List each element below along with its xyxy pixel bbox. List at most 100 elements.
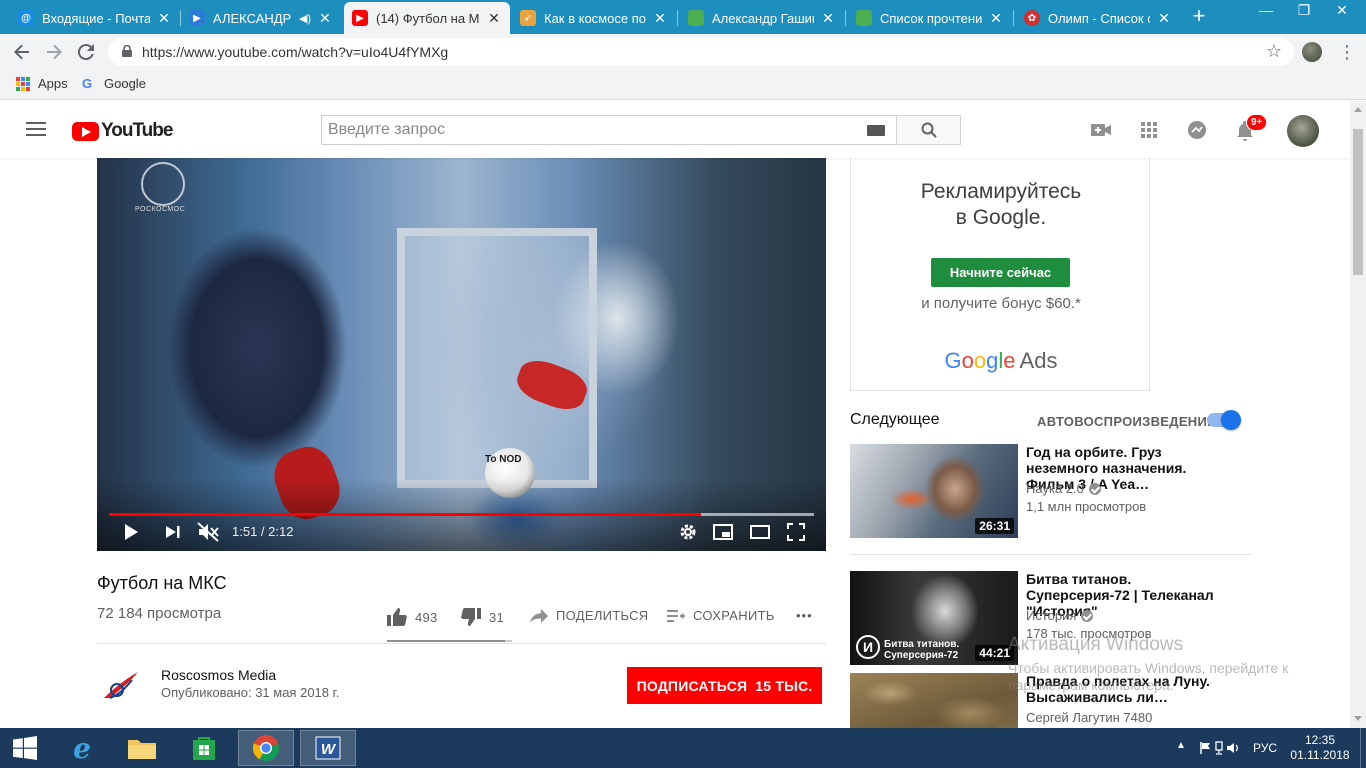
video-scene-astronaut: [137, 178, 407, 508]
theater-mode-button[interactable]: [748, 520, 772, 544]
divider: [97, 643, 826, 644]
page-scrollbar[interactable]: [1350, 101, 1366, 728]
minimize-button[interactable]: —: [1246, 0, 1286, 22]
window-close-button[interactable]: ✕: [1322, 0, 1362, 22]
search-button[interactable]: [896, 115, 961, 145]
start-button[interactable]: [0, 730, 50, 766]
video-title: Футбол на МКС: [97, 573, 227, 593]
ad-cta-button[interactable]: Начните сейчас: [931, 258, 1070, 287]
chrome-profile-avatar[interactable]: [1302, 42, 1322, 62]
search-box: [321, 115, 897, 145]
roscosmos-channel-logo[interactable]: [100, 668, 140, 702]
menu-icon[interactable]: [26, 122, 46, 136]
create-video-icon[interactable]: [1090, 119, 1112, 141]
dislike-button[interactable]: 31: [461, 608, 504, 626]
next-button[interactable]: [161, 520, 185, 544]
miniplayer-button[interactable]: [711, 520, 735, 544]
close-icon[interactable]: ✕: [156, 10, 172, 27]
taskbar-word[interactable]: W: [300, 730, 356, 766]
network-icon[interactable]: [1213, 740, 1225, 756]
scroll-down-arrow-icon[interactable]: [1354, 716, 1362, 721]
new-tab-button[interactable]: +: [1188, 5, 1210, 28]
sheet-icon: [856, 10, 872, 26]
system-clock[interactable]: 12:35 01.11.2018: [1288, 733, 1352, 763]
reload-icon: [77, 44, 94, 61]
tray-overflow-chevron-icon[interactable]: ▲: [1176, 740, 1186, 751]
tab-olymp[interactable]: ✿ Олимп - Список сс ✕: [1016, 2, 1180, 34]
video-thumbnail[interactable]: И Битва титанов. Суперсерия-72 44:21: [850, 571, 1018, 665]
messages-icon[interactable]: [1186, 119, 1208, 141]
video-player[interactable]: To NOD РОСКОСМОС 1:51 / 2:12: [97, 158, 826, 551]
scroll-up-arrow-icon[interactable]: [1354, 107, 1362, 112]
input-language[interactable]: РУС: [1253, 741, 1277, 755]
back-button[interactable]: [10, 40, 34, 64]
bookmark-google[interactable]: G Google: [82, 76, 146, 91]
apps-icon[interactable]: [1138, 119, 1160, 141]
gear-icon: [680, 524, 696, 540]
taskbar-internet-explorer[interactable]: e: [54, 730, 110, 766]
recommended-video[interactable]: 26:31 Год на орбите. Груз неземного назн…: [850, 444, 1252, 539]
tab-sheet-gashin[interactable]: Александр Гашин ✕: [680, 2, 844, 34]
flag-icon[interactable]: [1199, 741, 1213, 755]
video-thumbnail[interactable]: 26:31: [850, 444, 1018, 538]
youtube-header: YouTube: [0, 101, 1350, 158]
muted-speaker-icon[interactable]: ◀): [299, 12, 311, 25]
progress-bar[interactable]: [109, 513, 814, 516]
arrow-left-icon: [14, 44, 29, 60]
settings-button[interactable]: [676, 520, 700, 544]
rec-title[interactable]: Правда о полетах на Луну. Высаживались л…: [1026, 673, 1236, 705]
restore-button[interactable]: ❐: [1284, 0, 1324, 22]
youtube-logo[interactable]: YouTube: [72, 120, 173, 142]
show-desktop-button[interactable]: [1360, 728, 1366, 768]
autoplay-toggle[interactable]: [1207, 410, 1241, 430]
clock-date: 01.11.2018: [1290, 748, 1350, 762]
play-button[interactable]: [119, 520, 143, 544]
fullscreen-button[interactable]: [784, 520, 808, 544]
taskbar-store[interactable]: [176, 730, 232, 766]
google-ads-card[interactable]: Рекламируйтесь в Google. Начните сейчас …: [850, 158, 1150, 391]
notification-badge: 9+: [1246, 114, 1268, 131]
speaker-icon[interactable]: [1226, 741, 1240, 755]
tab-space[interactable]: ➶ Как в космосе пои ✕: [512, 2, 676, 34]
search-input[interactable]: [322, 116, 842, 144]
tab-title: Как в космосе пои: [544, 10, 646, 26]
subscribe-button[interactable]: ПОДПИСАТЬСЯ 15 ТЫС.: [627, 667, 822, 704]
user-avatar[interactable]: [1287, 115, 1319, 147]
tab-sheet-reads[interactable]: Список прочтений ✕: [848, 2, 1012, 34]
playlist-add-icon: [667, 609, 685, 622]
thumbs-down-icon: [461, 608, 481, 626]
taskbar-chrome[interactable]: [238, 730, 294, 766]
share-button[interactable]: ПОДЕЛИТЬСЯ: [530, 608, 648, 623]
forward-button[interactable]: [42, 40, 66, 64]
save-button[interactable]: СОХРАНИТЬ: [667, 608, 775, 623]
recommended-video[interactable]: Правда о полетах на Луну. Высаживались л…: [850, 673, 1252, 728]
reload-button[interactable]: [74, 40, 98, 64]
keyboard-icon[interactable]: [867, 125, 885, 136]
video-thumbnail[interactable]: [850, 673, 1018, 728]
mute-button[interactable]: [195, 520, 221, 544]
like-button[interactable]: 493: [387, 608, 438, 626]
video-duration: 44:21: [975, 645, 1014, 661]
close-icon[interactable]: ✕: [652, 10, 668, 27]
close-icon[interactable]: ✕: [1156, 10, 1172, 27]
chrome-menu-icon[interactable]: ⋮: [1338, 40, 1356, 64]
autoplay-label: АВТОВОСПРОИЗВЕДЕНИЕ: [1037, 414, 1217, 429]
address-bar[interactable]: https://www.youtube.com/watch?v=uIo4U4fY…: [108, 38, 1294, 66]
ad-headline: Рекламируйтесь в Google.: [851, 179, 1151, 231]
close-icon[interactable]: ✕: [988, 10, 1004, 27]
tab-video[interactable]: ▶ АЛЕКСАНДР ГА ◀) ✕: [181, 2, 341, 34]
scrollbar-thumb[interactable]: [1353, 129, 1363, 275]
bookmark-star-icon[interactable]: ☆: [1266, 41, 1282, 62]
close-icon[interactable]: ✕: [317, 10, 333, 27]
video-play-icon: ▶: [189, 10, 205, 26]
thumbnail-caption: Битва титанов. Суперсерия-72: [884, 639, 959, 661]
bookmark-apps[interactable]: Apps: [16, 76, 68, 91]
recommended-video[interactable]: И Битва титанов. Суперсерия-72 44:21 Бит…: [850, 571, 1252, 665]
tab-mail[interactable]: @ Входящие - Почта ✕: [10, 2, 180, 34]
close-icon[interactable]: ✕: [820, 10, 836, 27]
taskbar-file-explorer[interactable]: [114, 730, 170, 766]
more-actions-button[interactable]: •••: [796, 608, 813, 623]
channel-name[interactable]: Roscosmos Media: [161, 667, 276, 683]
tab-youtube-active[interactable]: ▶ (14) Футбол на МКС ✕: [344, 2, 510, 34]
close-icon[interactable]: ✕: [486, 10, 502, 27]
